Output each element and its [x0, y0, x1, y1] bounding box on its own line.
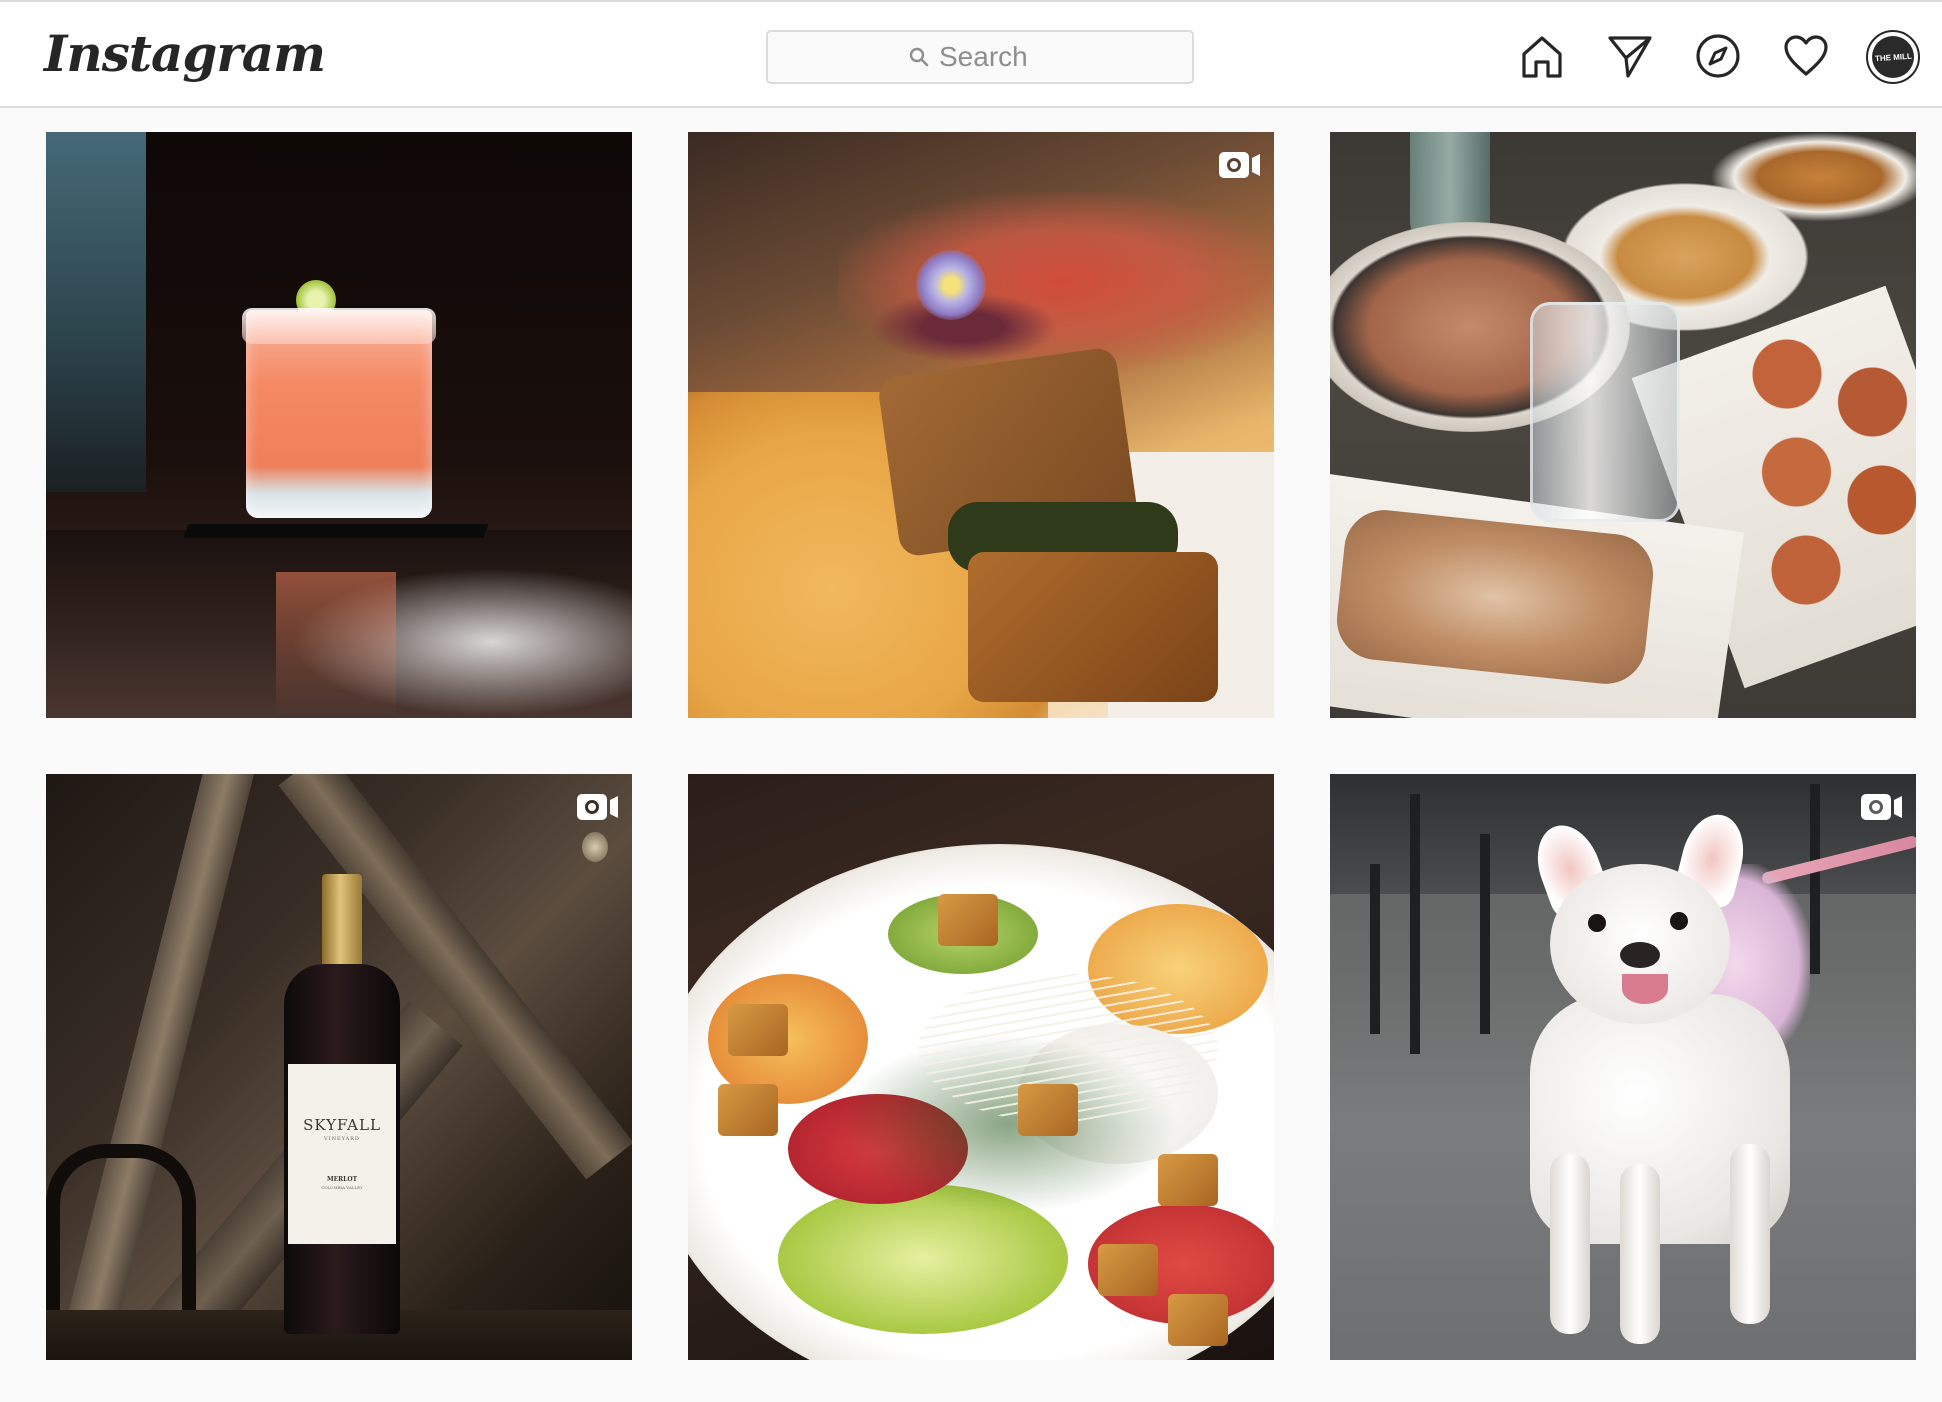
- home-button[interactable]: [1516, 30, 1568, 82]
- search-input[interactable]: [937, 40, 1051, 74]
- photo-chair-leg: [1410, 794, 1420, 1054]
- photo-crouton: [938, 894, 998, 946]
- post-thumbnail[interactable]: [688, 132, 1274, 718]
- avatar-text: THE MILL: [1874, 51, 1912, 63]
- photo-knob: [582, 832, 608, 862]
- photo-crouton: [1098, 1244, 1158, 1296]
- photo-crouton: [1158, 1154, 1218, 1206]
- activity-heart-icon: [1784, 35, 1828, 76]
- photo-reflection: [276, 572, 396, 718]
- photo-wine-bottle: SKYFALL VINEYARD MERLOT COLUMBIA VALLEY: [284, 874, 400, 1334]
- post-thumbnail[interactable]: [46, 132, 632, 718]
- activity-button[interactable]: [1780, 30, 1832, 82]
- photo-dog-eye: [1588, 914, 1606, 932]
- photo-crouton: [1018, 1084, 1078, 1136]
- top-navigation-bar: Instagram THE MILL: [0, 0, 1942, 108]
- direct-messages-button[interactable]: [1604, 30, 1656, 82]
- label-brand: SKYFALL: [303, 1116, 381, 1134]
- photo-cake: [968, 552, 1218, 702]
- photo-dog-nose: [1620, 942, 1660, 968]
- home-icon: [1522, 36, 1562, 78]
- photo-pastry-balls: [1730, 332, 1916, 612]
- video-icon: [1861, 794, 1902, 820]
- photo-crouton: [1168, 1294, 1228, 1346]
- photo-chair-leg: [1480, 834, 1490, 1034]
- post-thumbnail[interactable]: SKYFALL VINEYARD MERLOT COLUMBIA VALLEY: [46, 774, 632, 1360]
- explore-button[interactable]: [1692, 30, 1744, 82]
- post-thumbnail[interactable]: [688, 774, 1274, 1360]
- photo-dog-eye: [1670, 912, 1688, 930]
- instagram-logo[interactable]: Instagram: [44, 22, 326, 86]
- photo-dog-leg: [1730, 1144, 1770, 1324]
- direct-messages-icon: [1608, 36, 1652, 78]
- photo-dog-leg: [1550, 1154, 1590, 1334]
- photo-crouton: [728, 1004, 788, 1056]
- profile-avatar[interactable]: THE MILL: [1866, 30, 1920, 84]
- search-icon: [909, 47, 929, 67]
- video-icon: [577, 794, 618, 820]
- photo-background: [46, 132, 146, 492]
- search-box[interactable]: [766, 30, 1194, 84]
- photo-dog-tongue: [1622, 974, 1668, 1004]
- photo-flower: [916, 250, 986, 320]
- label-sub: VINEYARD: [324, 1136, 360, 1142]
- photo-chair-leg: [1370, 864, 1380, 1034]
- photo-ice: [242, 308, 436, 344]
- label-region: COLUMBIA VALLEY: [321, 1185, 363, 1190]
- photo-pastry: [1333, 506, 1657, 688]
- photo-candle-jar: [1530, 302, 1680, 522]
- photo-crouton: [718, 1084, 778, 1136]
- photo-napkin: [183, 524, 489, 538]
- explore-icon: [1696, 34, 1740, 78]
- photo-chair-leg: [1810, 784, 1820, 974]
- post-thumbnail[interactable]: [1330, 132, 1916, 718]
- bottle-neck: [322, 874, 362, 974]
- photo-dog-leg: [1620, 1164, 1660, 1344]
- bottle-label: SKYFALL VINEYARD MERLOT COLUMBIA VALLEY: [288, 1064, 396, 1244]
- video-icon: [1219, 152, 1260, 178]
- label-variety: MERLOT: [326, 1176, 358, 1183]
- post-thumbnail[interactable]: [1330, 774, 1916, 1360]
- avatar-image: THE MILL: [1872, 36, 1914, 78]
